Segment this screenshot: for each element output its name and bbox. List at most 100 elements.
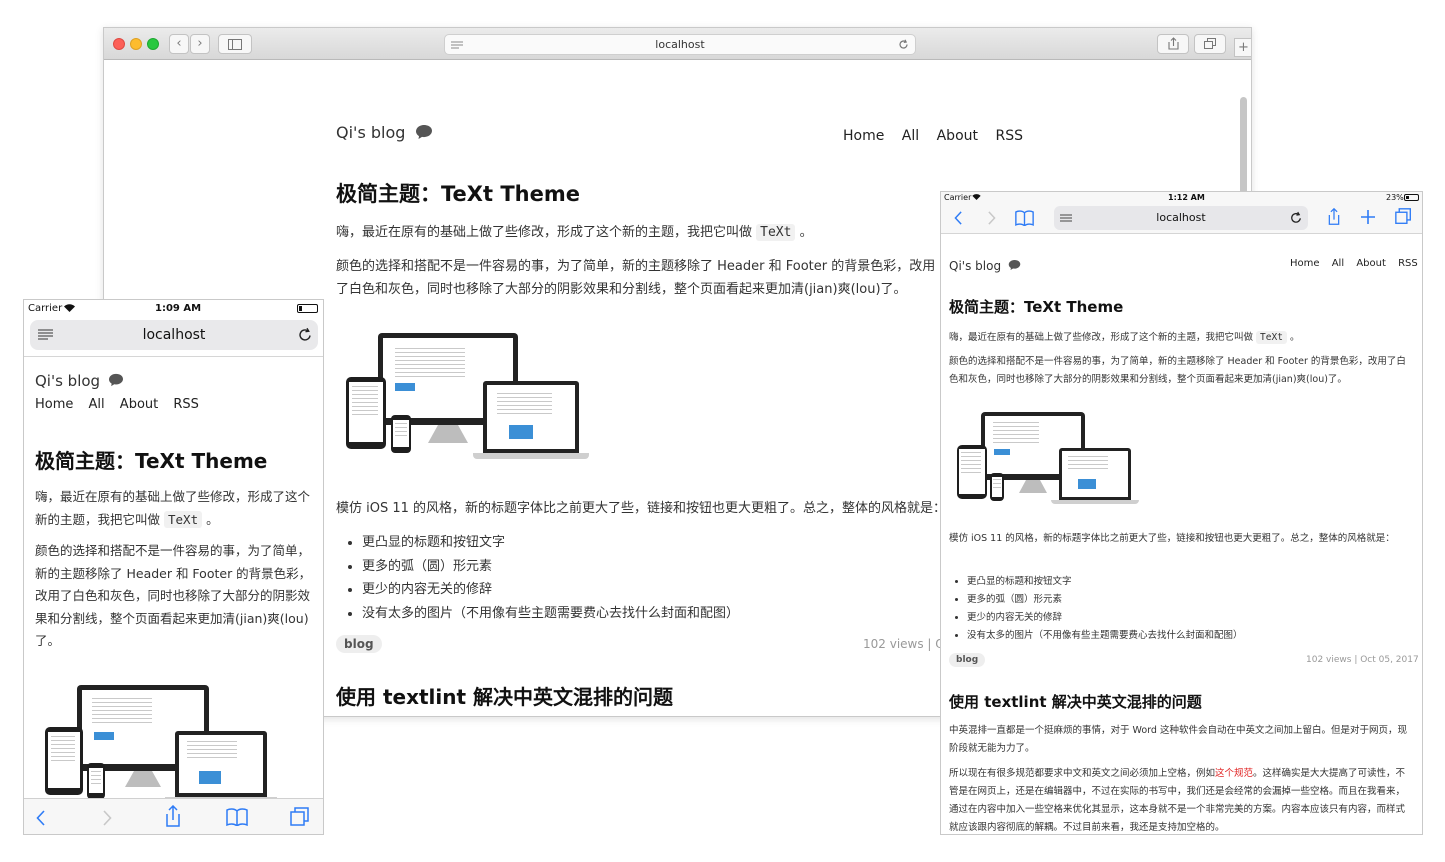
post-title-1[interactable]: 极简主题：TeXt Theme: [35, 445, 267, 474]
forward-icon[interactable]: [987, 211, 996, 225]
post-title-2[interactable]: 使用 textlint 解决中英文混排的问题: [949, 691, 1202, 712]
nav-about[interactable]: About: [1356, 258, 1386, 269]
inline-code: TeXt: [756, 224, 796, 241]
nav-home[interactable]: Home: [35, 397, 73, 412]
minimize-window-button[interactable]: [130, 38, 142, 50]
bookmarks-icon[interactable]: [226, 808, 248, 826]
address-bar[interactable]: localhost: [1054, 206, 1308, 230]
post1-paragraph-2: 颜色的选择和搭配不是一件容易的事，为了简单，新的主题移除了 Header 和 F…: [35, 543, 312, 648]
nav-home[interactable]: Home: [843, 128, 884, 144]
tabs-icon[interactable]: [290, 807, 310, 827]
list-item: 更多的弧（圆）形元素: [362, 555, 739, 579]
nav-all[interactable]: All: [902, 128, 919, 144]
post-title-2[interactable]: 使用 textlint 解决中英文混排的问题: [336, 681, 673, 710]
carrier-label: Carrier: [28, 303, 63, 314]
post1-p1-end: 。: [1289, 332, 1300, 343]
nav-all[interactable]: All: [89, 397, 105, 412]
new-tab-button[interactable]: +: [1234, 38, 1251, 57]
bookmarks-icon[interactable]: [1015, 210, 1034, 226]
post1-bullet-list: 更凸显的标题和按钮文字 更多的弧（圆）形元素 更少的内容无关的修辞 没有太多的图…: [949, 573, 1243, 645]
address-bar-text: localhost: [1156, 211, 1206, 224]
post1-paragraph-1: 嗨，最近在原有的基础上做了些修改，形成了这个新的主题，我把它叫做 TeXt 。: [949, 329, 1413, 344]
share-button[interactable]: [1157, 34, 1189, 54]
main-nav: Home All About RSS: [843, 128, 1023, 144]
list-item: 没有太多的图片（不用像有些主题需要费心去找什么封面和配图）: [362, 602, 739, 626]
share-icon[interactable]: [164, 805, 182, 827]
reader-icon[interactable]: [1060, 214, 1072, 223]
speech-bubble-icon: [1008, 259, 1021, 271]
status-bar: Carrier 1:09 AM: [24, 300, 323, 318]
nav-about[interactable]: About: [120, 397, 158, 412]
tabs-button[interactable]: [1194, 34, 1226, 54]
address-bar[interactable]: localhost: [30, 320, 318, 350]
list-item: 更多的弧（圆）形元素: [967, 591, 1243, 609]
post1-bullet-list: 更凸显的标题和按钮文字 更多的弧（圆）形元素 更少的内容无关的修辞 没有太多的图…: [338, 531, 739, 625]
reader-icon: [451, 41, 463, 49]
list-item: 更凸显的标题和按钮文字: [362, 531, 739, 555]
back-icon[interactable]: [36, 810, 46, 826]
tabs-icon[interactable]: [1395, 208, 1412, 225]
tag-blog[interactable]: blog: [336, 635, 382, 653]
reload-icon[interactable]: [1290, 211, 1302, 224]
post1-p1-end: 。: [799, 225, 813, 240]
post2-paragraph-1: 中英混排一直都是一个挺麻烦的事情，对于 Word 这种软件会自动在中英文之间加上…: [949, 725, 1407, 754]
nav-all[interactable]: All: [1332, 258, 1344, 269]
address-bar[interactable]: localhost: [444, 34, 916, 55]
tag-blog[interactable]: blog: [949, 653, 986, 667]
reload-icon[interactable]: [898, 39, 909, 50]
reload-icon[interactable]: [298, 327, 312, 342]
post1-paragraph-1: 嗨，最近在原有的基础上做了些修改，形成了这个新的主题，我把它叫做 TeXt 。: [35, 485, 315, 531]
list-item: 更少的内容无关的修辞: [362, 578, 739, 602]
battery-percent: 23%: [1386, 193, 1404, 202]
spec-link[interactable]: 这个规范: [1215, 768, 1253, 779]
post1-paragraph-3: 模仿 iOS 11 的风格，新的标题字体比之前更大了些，链接和按钮也更大更粗了。…: [949, 533, 1395, 544]
post2-p2-text: 所以现在有很多规范都要求中文和英文之间必须加上空格，例如: [949, 768, 1216, 779]
forward-button[interactable]: ›: [190, 34, 210, 54]
bottom-toolbar: [24, 798, 323, 834]
site-title-link[interactable]: Qi's blog: [35, 372, 100, 390]
add-icon[interactable]: [1361, 210, 1375, 224]
nav-rss[interactable]: RSS: [1398, 258, 1418, 269]
speech-bubble-icon: [109, 373, 124, 387]
address-bar-text: localhost: [142, 327, 206, 343]
list-item: 更少的内容无关的修辞: [967, 609, 1243, 627]
wifi-icon: [972, 194, 981, 200]
post-meta: 102 views | Oct 05, 2017: [1306, 655, 1419, 665]
nav-home[interactable]: Home: [1290, 258, 1320, 269]
clock: 1:12 AM: [1168, 193, 1205, 202]
nav-rss[interactable]: RSS: [995, 128, 1023, 144]
wifi-icon: [64, 304, 75, 312]
zoom-window-button[interactable]: [147, 38, 159, 50]
post1-paragraph-2: 颜色的选择和搭配不是一件容易的事，为了简单，新的主题移除了 Header 和 F…: [336, 259, 936, 297]
back-button[interactable]: ‹: [169, 34, 189, 54]
share-icon[interactable]: [1327, 207, 1341, 226]
browser-toolbar: ‹ › localhost +: [104, 28, 1251, 60]
share-icon: [1167, 37, 1179, 50]
forward-icon[interactable]: [102, 810, 112, 826]
inline-code: TeXt: [164, 511, 203, 528]
site-header: Qi's blog: [35, 371, 124, 390]
list-item: 没有太多的图片（不用像有些主题需要费心去找什么封面和配图）: [967, 627, 1243, 645]
responsive-devices-image: [45, 685, 285, 803]
battery-icon: [1404, 194, 1419, 201]
post-title-1[interactable]: 极简主题：TeXt Theme: [949, 296, 1123, 317]
close-window-button[interactable]: [113, 38, 125, 50]
responsive-devices-image: [957, 412, 1147, 504]
main-nav: Home All About RSS: [1290, 258, 1418, 269]
reader-icon[interactable]: [38, 329, 53, 340]
nav-about[interactable]: About: [937, 128, 978, 144]
post1-p1-text: 嗨，最近在原有的基础上做了些修改，形成了这个新的主题，我把它叫做: [949, 332, 1254, 343]
new-tab-icon: +: [1238, 40, 1249, 55]
tablet-browser: Carrier 1:12 AM 23% localhost Qi's blog …: [940, 191, 1423, 835]
post2-paragraph-2: 所以现在有很多规范都要求中文和英文之间必须加上空格，例如这个规范。这样确实是大大…: [949, 765, 1414, 834]
main-nav: Home All About RSS: [35, 397, 199, 412]
sidebar-icon: [228, 39, 242, 50]
post-title-1[interactable]: 极简主题：TeXt Theme: [336, 178, 580, 208]
tabs-icon: [1204, 38, 1216, 49]
nav-rss[interactable]: RSS: [173, 397, 199, 412]
site-title-link[interactable]: Qi's blog: [949, 259, 1001, 273]
site-title-link[interactable]: Qi's blog: [336, 123, 405, 142]
sidebar-button[interactable]: [218, 34, 252, 54]
site-header: Qi's blog: [949, 255, 1021, 274]
back-icon[interactable]: [954, 211, 963, 225]
